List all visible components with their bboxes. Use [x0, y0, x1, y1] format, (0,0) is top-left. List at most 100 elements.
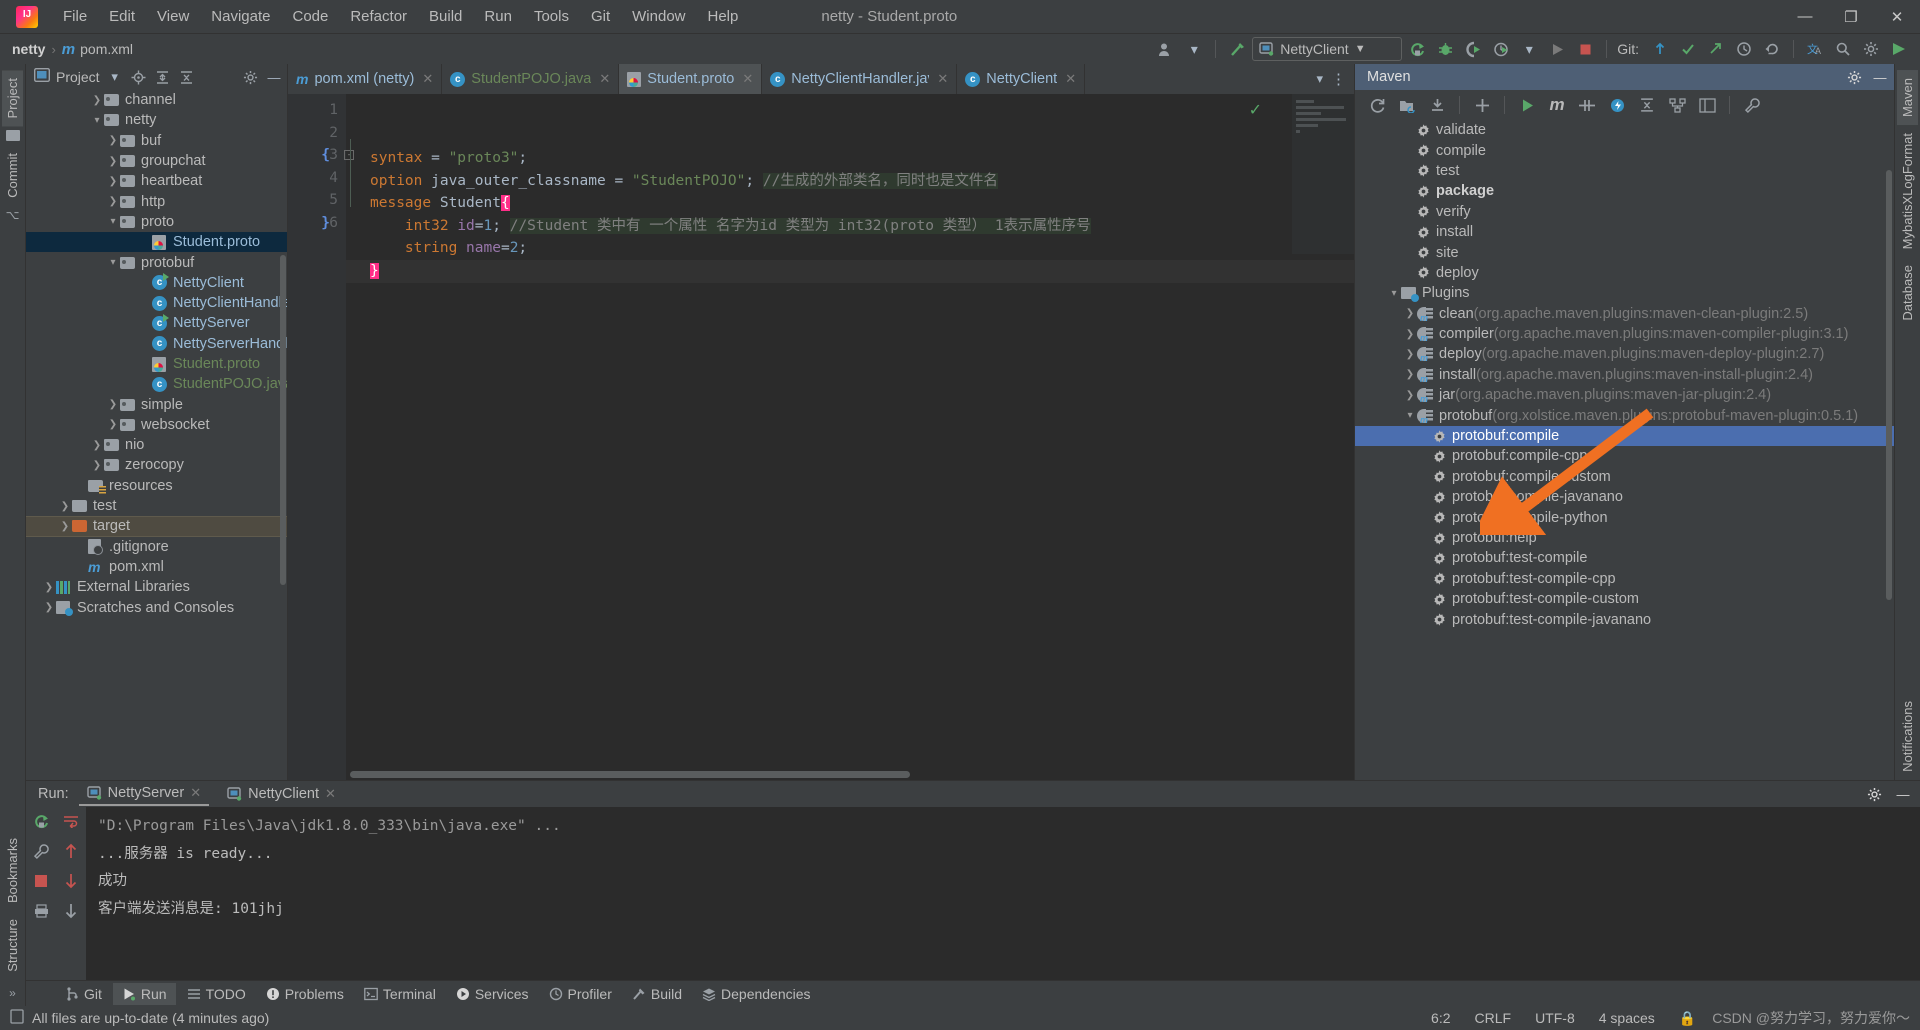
chevron-right-icon[interactable]: ❯ [90, 460, 104, 471]
project-tree-row[interactable]: c NettyClientHandler [26, 293, 287, 313]
project-tree-row[interactable]: ❯ nio [26, 435, 287, 455]
line-number[interactable]: 6} [288, 212, 346, 235]
git-history-icon[interactable] [1731, 37, 1757, 61]
tool-window-button-dependencies[interactable]: Dependencies [693, 983, 820, 1005]
close-icon[interactable]: ✕ [325, 786, 336, 802]
editor-gutter[interactable]: 1 2 3{-4 5 6} [288, 94, 354, 780]
tool-window-button-build[interactable]: Build [623, 983, 691, 1005]
code-line[interactable]: string name=2; [346, 237, 1354, 260]
chevron-right-icon[interactable]: ❯ [42, 602, 56, 613]
chevron-down-icon[interactable]: ▾ [90, 115, 104, 126]
close-icon[interactable]: ✕ [742, 71, 753, 87]
hide-icon[interactable]: — [1896, 783, 1920, 805]
collapse-all-icon[interactable] [1633, 93, 1661, 117]
tool-window-button-services[interactable]: Services [447, 983, 538, 1005]
code-editor[interactable]: 1 2 3{-4 5 6} syntax = "proto3"; option java_… [288, 94, 1354, 780]
maven-tree-row[interactable]: ▾ m protobuf (org.xolstice.maven.plugins:p… [1355, 405, 1894, 425]
project-tree-row[interactable]: ❯ test [26, 496, 287, 516]
close-icon[interactable]: ✕ [1065, 71, 1076, 87]
project-tree-row[interactable]: Student.proto [26, 354, 287, 374]
stop-icon[interactable] [31, 871, 51, 891]
maven-tree-scrollbar[interactable] [1886, 170, 1892, 600]
gear-icon[interactable] [241, 68, 259, 86]
maven-tree-row[interactable]: verify [1355, 202, 1894, 222]
expand-icon[interactable] [1693, 93, 1721, 117]
toggle-skip-tests-icon[interactable] [1573, 93, 1601, 117]
chevron-down-icon[interactable]: ▾ [1403, 410, 1417, 421]
settings-wrench-icon[interactable] [31, 841, 51, 861]
sidebar-item-commit[interactable]: Commit [2, 145, 23, 206]
project-tree-row[interactable]: ▾ netty [26, 110, 287, 130]
project-tree-row[interactable]: ❯ zerocopy [26, 455, 287, 475]
print-icon[interactable] [31, 901, 51, 921]
code-line[interactable]: message Student{ [346, 192, 1354, 215]
project-tree-row[interactable]: ❯ groupchat [26, 151, 287, 171]
hide-icon[interactable]: — [1868, 66, 1892, 88]
maven-tree-row[interactable]: ❯ m install (org.apache.maven.plugins:mave… [1355, 365, 1894, 385]
clear-all-icon[interactable] [61, 901, 81, 921]
settings-wrench-icon[interactable] [1738, 93, 1766, 117]
code-line[interactable]: option java_outer_classname = "StudentPO… [346, 170, 1354, 193]
search-icon[interactable] [1830, 37, 1856, 61]
editor-tab[interactable]: Student.proto ✕ [619, 64, 763, 94]
sidebar-item-bookmarks[interactable]: Bookmarks [2, 830, 23, 911]
maven-tree-row[interactable]: package [1355, 181, 1894, 201]
menu-edit[interactable]: Edit [98, 5, 146, 28]
user-avatar-icon[interactable] [1153, 37, 1179, 61]
maven-tree-row[interactable]: ❯ m deploy (org.apache.maven.plugins:maven… [1355, 344, 1894, 364]
chevron-down-icon[interactable]: ▾ [106, 68, 124, 86]
maven-tree-row[interactable]: deploy [1355, 263, 1894, 283]
hide-icon[interactable]: — [265, 68, 283, 86]
tool-window-button-terminal[interactable]: Terminal [355, 983, 445, 1005]
maven-tree-row[interactable]: ❯ m clean (org.apache.maven.plugins:maven-… [1355, 304, 1894, 324]
project-tree-scrollbar[interactable] [280, 255, 286, 585]
project-tree-row[interactable]: Student.proto [26, 232, 287, 253]
project-tree-row[interactable]: resources [26, 476, 287, 496]
maximize-button[interactable]: ❐ [1828, 0, 1874, 34]
menu-file[interactable]: File [52, 5, 98, 28]
editor-tab[interactable]: c NettyClient ✕ [957, 64, 1086, 94]
tool-window-button-git[interactable]: Git [56, 983, 111, 1005]
project-tree-row[interactable]: ❯ Scratches and Consoles [26, 597, 287, 617]
stop-icon[interactable] [1572, 37, 1598, 61]
editor-tab[interactable]: c NettyClientHandler.java ✕ [762, 64, 958, 94]
close-icon[interactable]: ✕ [599, 71, 610, 87]
editor-tab[interactable]: c StudentPOJO.java ✕ [442, 64, 620, 94]
project-tree-row[interactable]: c NettyServer [26, 313, 287, 333]
gear-icon[interactable] [1862, 783, 1886, 805]
run-console[interactable]: "D:\Program Files\Java\jdk1.8.0_333\bin\… [86, 807, 1920, 980]
close-icon[interactable]: ✕ [190, 785, 201, 801]
close-button[interactable]: ✕ [1874, 0, 1920, 34]
soft-wrap-icon[interactable] [61, 811, 81, 831]
run-icon[interactable] [1544, 37, 1570, 61]
breadcrumb-project[interactable]: netty [12, 41, 45, 57]
close-icon[interactable]: ✕ [937, 71, 948, 87]
undo-icon[interactable] [1759, 37, 1785, 61]
maven-tree-row[interactable]: protobuf:compile-custom [1355, 467, 1894, 487]
maven-tree-row[interactable]: protobuf:test-compile-custom [1355, 589, 1894, 609]
maven-tree-row[interactable]: protobuf:compile-cpp [1355, 446, 1894, 466]
chevron-right-icon[interactable]: ❯ [106, 399, 120, 410]
run-tab-nettyclient[interactable]: NettyClient ✕ [219, 783, 344, 805]
project-tree[interactable]: ❯ channel ▾ netty ❯ buf ❯ groupchat ❯ heartbeat ❯ h… [26, 90, 287, 780]
translate-icon[interactable]: 文A [1802, 37, 1828, 61]
expand-all-icon[interactable] [154, 68, 172, 86]
chevron-down-icon[interactable]: ▾ [1516, 37, 1542, 61]
maven-tree-row[interactable]: protobuf:test-compile-cpp [1355, 569, 1894, 589]
ide-helper-icon[interactable] [1886, 37, 1912, 61]
chevron-down-icon[interactable]: ▾ [1316, 71, 1323, 87]
maven-tree-row[interactable]: protobuf:test-compile [1355, 548, 1894, 568]
download-sources-icon[interactable] [1423, 93, 1451, 117]
lock-icon[interactable]: 🔒 [1671, 1010, 1704, 1027]
project-tree-row[interactable]: ❯ simple [26, 394, 287, 414]
menu-build[interactable]: Build [418, 5, 473, 28]
chevron-right-icon[interactable]: ❯ [58, 501, 72, 512]
code-line[interactable]: syntax = "proto3"; [346, 147, 1354, 170]
sidebar-item-structure[interactable]: Structure [2, 911, 23, 980]
line-number[interactable]: 1 [288, 99, 346, 122]
chevron-right-icon[interactable]: ❯ [106, 156, 120, 167]
maven-tree-row[interactable]: validate [1355, 120, 1894, 140]
project-tree-row[interactable]: ❯ http [26, 191, 287, 211]
indent-setting[interactable]: 4 spaces [1591, 1010, 1663, 1026]
chevron-right-icon[interactable]: ❯ [106, 176, 120, 187]
